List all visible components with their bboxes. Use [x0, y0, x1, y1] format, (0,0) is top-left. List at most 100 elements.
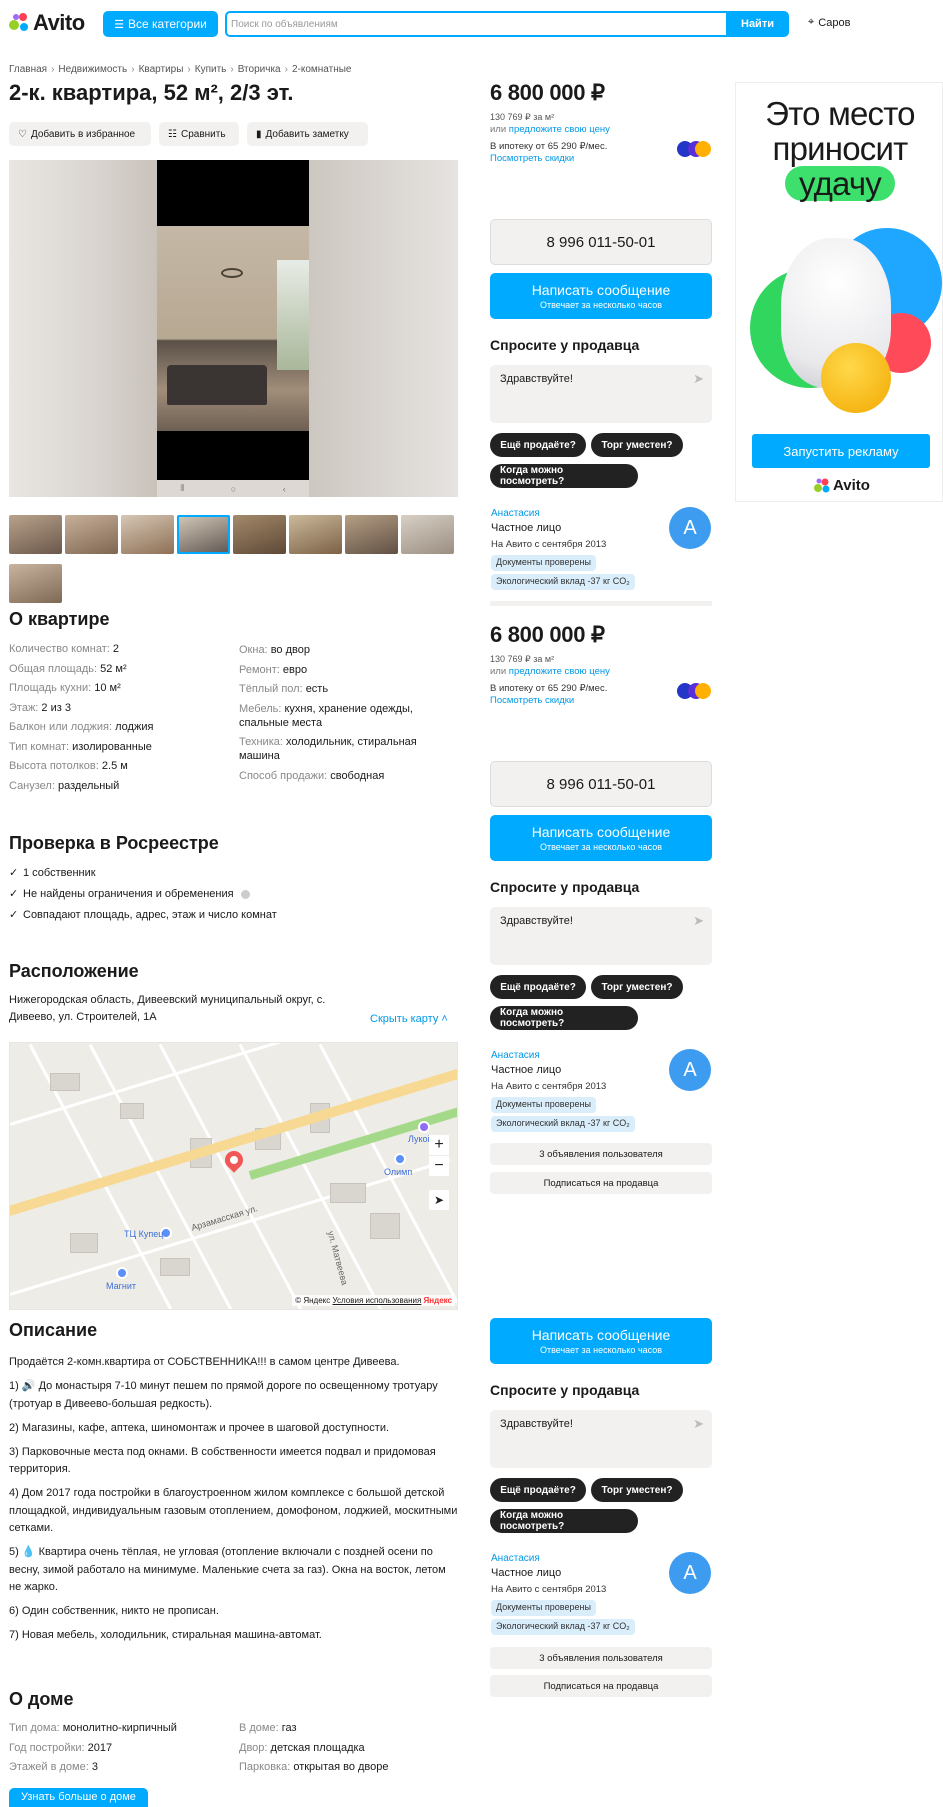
thumbnail[interactable] [345, 515, 398, 554]
map-street-label: ул. Матвеева [325, 1229, 350, 1287]
quick-question-chip[interactable]: Торг уместен? [591, 975, 683, 999]
seller-type: Частное лицо [491, 1064, 562, 1076]
map-terms-link[interactable]: Условия использования [333, 1296, 422, 1305]
address-text: Нижегородская область, Дивеевский муници… [9, 994, 326, 1023]
write-message-button[interactable]: Написать сообщение Отвечает за несколько … [490, 273, 712, 319]
avito-logo-icon [9, 13, 29, 33]
show-phone-button[interactable]: 8 996 011-50-01 [490, 761, 712, 807]
param-row: Техника: холодильник, стиральная машина [239, 736, 417, 762]
quick-question-chip[interactable]: Когда можно посмотреть? [490, 1509, 638, 1533]
breadcrumb-item[interactable]: 2-комнатные [292, 64, 352, 75]
seller-since: На Авито с сентября 2013 [491, 1081, 607, 1092]
seller-name-link[interactable]: Анастасия [491, 508, 540, 519]
house-title: О доме [9, 1689, 74, 1709]
breadcrumb-item[interactable]: Недвижимость [58, 64, 127, 75]
seller-name-link[interactable]: Анастасия [491, 1050, 540, 1061]
param-row: Площадь кухни: 10 м² [9, 682, 121, 694]
thumbnail[interactable] [401, 515, 454, 554]
thumbnail[interactable] [9, 564, 62, 603]
ask-seller-input[interactable]: Здравствуйте! ➤ [490, 365, 712, 423]
house-params-right: В доме: газ Двор: детская площадка Парко… [239, 1719, 459, 1778]
house-params-left: Тип дома: монолитно-кирпичный Год постро… [9, 1719, 229, 1778]
favorites-label: Добавить в избранное [30, 128, 136, 140]
add-to-favorites-button[interactable]: ♡ Добавить в избранное [9, 122, 151, 146]
seller-avatar[interactable]: А [669, 1552, 711, 1594]
ad-banner[interactable]: Это место приносит удачу Запустить рекла… [735, 82, 943, 502]
breadcrumb-item[interactable]: Главная [9, 64, 47, 75]
param-row: Высота потолков: 2.5 м [9, 760, 128, 772]
quick-question-chip[interactable]: Торг уместен? [591, 1478, 683, 1502]
description-paragraph: 7) Новая мебель, холодильник, стиральная… [9, 1629, 322, 1641]
send-icon: ➤ [693, 371, 704, 386]
send-icon: ➤ [693, 1416, 704, 1431]
user-listings-button[interactable]: 3 объявления пользователя [490, 1647, 712, 1669]
hide-map-link[interactable]: Скрыть карту ˄ [370, 1013, 448, 1025]
user-listings-button[interactable]: 3 объявления пользователя [490, 1143, 712, 1165]
subscribe-seller-button[interactable]: Подписаться на продавца [490, 1172, 712, 1194]
avito-logo[interactable]: Avito [9, 10, 85, 36]
eco-badge: Экологический вклад -37 кг CO₂ [491, 1116, 635, 1132]
offer-price-link[interactable]: предложите свою цену [509, 666, 610, 677]
zoom-in-button[interactable]: + [429, 1135, 449, 1155]
map[interactable]: Арзамасская ул. ул. Матвеева ТЦ Купец Ма… [9, 1042, 458, 1310]
compare-button[interactable]: ☷ Сравнить [159, 122, 239, 146]
show-phone-button[interactable]: 8 996 011-50-01 [490, 219, 712, 265]
quick-question-chip[interactable]: Когда можно посмотреть? [490, 1006, 638, 1030]
info-icon[interactable] [240, 890, 250, 899]
subscribe-seller-button[interactable]: Подписаться на продавца [490, 1675, 712, 1697]
photo-gallery[interactable]: ⦀ ○ ‹ [9, 160, 458, 497]
add-note-button[interactable]: ▮ Добавить заметку [247, 122, 368, 146]
location-selector[interactable]: ⌖ Саров [808, 16, 850, 29]
write-message-button[interactable]: Написать сообщение Отвечает за несколько … [490, 815, 712, 861]
ask-seller-input[interactable]: Здравствуйте! ➤ [490, 907, 712, 965]
description-paragraph: 3) Парковочные места под окнами. В собст… [9, 1445, 436, 1476]
ask-seller-input[interactable]: Здравствуйте! ➤ [490, 1410, 712, 1468]
launch-ad-button[interactable]: Запустить рекламу [752, 434, 930, 468]
geolocate-icon[interactable]: ➤ [429, 1190, 449, 1210]
zoom-out-button[interactable]: − [429, 1156, 449, 1176]
thumbnail[interactable] [121, 515, 174, 554]
breadcrumb-item[interactable]: Купить [195, 64, 227, 75]
about-flat-params-left: Количество комнат: 2 Общая площадь: 52 м… [9, 640, 229, 796]
description-paragraph: 6) Один собственник, никто не прописан. [9, 1605, 219, 1617]
eco-badge: Экологический вклад -37 кг CO₂ [491, 574, 635, 590]
search-input[interactable]: Поиск по объявлениям [225, 11, 726, 37]
quick-question-chip[interactable]: Ещё продаёте? [490, 975, 586, 999]
thumbnail[interactable] [9, 515, 62, 554]
param-row: Тёплый пол: есть [239, 683, 329, 695]
checkmark-icon: ✓ [9, 909, 19, 921]
price-per-m2: 130 769 ₽ за м² [490, 654, 555, 664]
map-poi-icon[interactable] [394, 1153, 406, 1165]
breadcrumb-item[interactable]: Вторичка [238, 64, 281, 75]
param-row: Тип комнат: изолированные [9, 740, 152, 753]
write-message-button[interactable]: Написать сообщение Отвечает за несколько … [490, 1318, 712, 1364]
check-item: ✓ Не найдены ограничения и обременения [9, 884, 277, 905]
ask-seller-title: Спросите у продавца [490, 337, 640, 353]
thumbnail-selected[interactable] [177, 515, 230, 554]
seller-name-link[interactable]: Анастасия [491, 1553, 540, 1564]
room-lamp [221, 268, 243, 278]
quick-question-chip[interactable]: Когда можно посмотреть? [490, 464, 638, 488]
quick-question-chip[interactable]: Ещё продаёте? [490, 1478, 586, 1502]
search-button[interactable]: Найти [726, 11, 789, 37]
quick-question-chip[interactable]: Ещё продаёте? [490, 433, 586, 457]
map-poi-icon[interactable] [116, 1267, 128, 1279]
seller-type: Частное лицо [491, 1567, 562, 1579]
note-label: Добавить заметку [265, 128, 349, 140]
eco-badge: Экологический вклад -37 кг CO₂ [491, 1619, 635, 1635]
map-poi-icon[interactable] [418, 1121, 430, 1133]
logo-text: Avito [33, 10, 85, 35]
house-more-button[interactable]: Узнать больше о доме [9, 1788, 148, 1807]
room-window [277, 260, 309, 370]
seller-avatar[interactable]: А [669, 1049, 711, 1091]
offer-price-link[interactable]: предложите свою цену [509, 124, 610, 135]
breadcrumb-item[interactable]: Квартиры [139, 64, 184, 75]
listing-actions: ♡ Добавить в избранное ☷ Сравнить ▮ Доба… [9, 122, 368, 146]
quick-question-chip[interactable]: Торг уместен? [591, 433, 683, 457]
seller-avatar[interactable]: А [669, 507, 711, 549]
all-categories-button[interactable]: ☰ Все категории [103, 11, 218, 37]
param-row: Год постройки: 2017 [9, 1741, 113, 1754]
thumbnail[interactable] [233, 515, 286, 554]
thumbnail[interactable] [65, 515, 118, 554]
thumbnail[interactable] [289, 515, 342, 554]
